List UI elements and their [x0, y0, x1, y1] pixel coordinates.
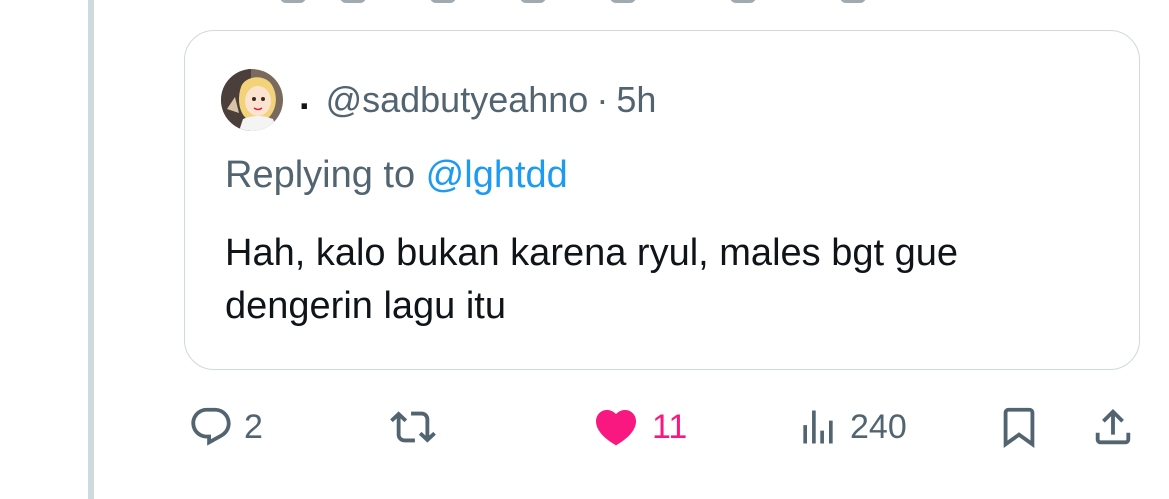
display-name[interactable]: . [299, 78, 310, 116]
tweet-text-line: Hah, kalo bukan karena ryul, males bgt g… [225, 232, 958, 274]
bookmark-button[interactable] [996, 392, 1042, 462]
views-count: 240 [850, 408, 907, 446]
timestamp[interactable]: 5h [616, 82, 656, 118]
replying-prefix: Replying to [225, 154, 426, 196]
like-count: 11 [652, 408, 688, 446]
tweet-text: Hah, kalo bukan karena ryul, males bgt g… [225, 227, 1105, 333]
replying-mention-link[interactable]: @lghtdd [426, 154, 568, 196]
tweet-page: . @sadbutyeahno · 5h Replying to @lghtdd… [0, 0, 1169, 499]
user-handle[interactable]: @sadbutyeahno [326, 82, 589, 118]
views-icon [796, 404, 840, 450]
quoted-tweet-header: . @sadbutyeahno · 5h [221, 67, 656, 133]
reply-button[interactable]: 2 [188, 392, 263, 462]
tweet-text-line: dengerin lagu itu [225, 285, 506, 327]
separator-dot: · [596, 79, 609, 120]
retweet-button[interactable] [386, 392, 450, 462]
replying-to-line: Replying to @lghtdd [225, 153, 568, 199]
avatar[interactable] [221, 69, 283, 131]
previous-tweet-fragment [280, 0, 880, 4]
like-button[interactable]: 11 [590, 392, 687, 462]
reply-count: 2 [244, 408, 263, 446]
quoted-tweet-card[interactable]: . @sadbutyeahno · 5h Replying to @lghtdd… [184, 30, 1140, 370]
tweet-action-bar: 2 11 240 [0, 392, 1169, 462]
heart-filled-icon [590, 403, 642, 451]
share-button[interactable] [1090, 392, 1136, 462]
reply-icon [188, 404, 234, 450]
retweet-icon [386, 404, 440, 450]
views-button[interactable]: 240 [796, 392, 907, 462]
bookmark-icon [996, 404, 1042, 450]
share-icon [1090, 404, 1136, 450]
